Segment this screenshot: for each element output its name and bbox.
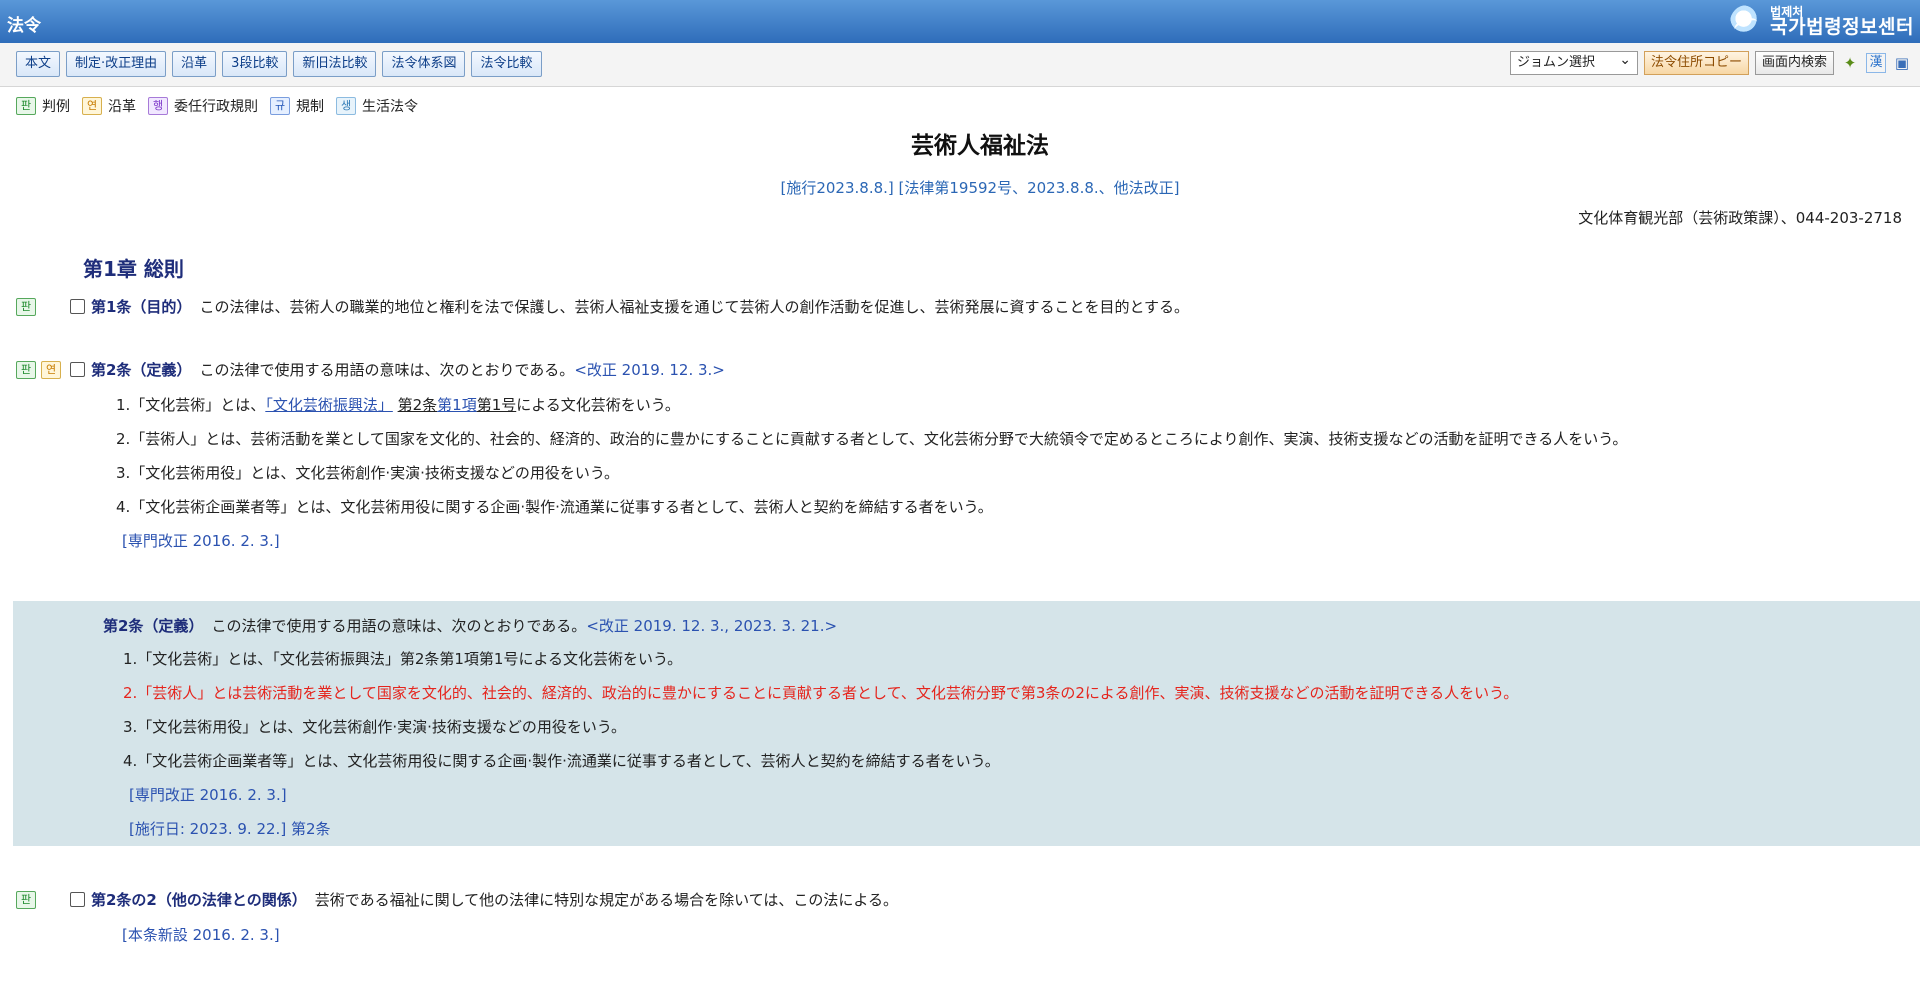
precedent-badge-icon: 판	[16, 97, 36, 115]
history-badge-icon: 연	[82, 97, 102, 115]
page-search-button[interactable]: 画面内検索	[1754, 51, 1834, 75]
logo[interactable]: 법제처 국가법령정보센터	[1730, 2, 1914, 42]
history-badge-icon[interactable]: 연	[41, 360, 61, 379]
hanja-icon[interactable]: 漢	[1866, 53, 1886, 73]
three-stage-compare-button[interactable]: 3段比較	[222, 51, 288, 77]
list-item: 2.「芸術人」とは、芸術活動を業として国家を文化的、社会的、経済的、政治的に豊か…	[116, 430, 1628, 448]
legend-label: 委任行政規則	[174, 99, 258, 115]
item-ref-link[interactable]: 第1号	[477, 396, 517, 414]
article-checkbox[interactable]	[70, 362, 85, 377]
list-item: 4.「文化芸術企画業者等」とは、文化芸術用役に関する企画·製作·流通業に従事する…	[123, 752, 1000, 770]
legend-admin-rule[interactable]: 행 委任行政規則	[148, 96, 258, 116]
law-compare-button[interactable]: 法令比較	[471, 51, 542, 77]
life-law-badge-icon: 생	[336, 97, 356, 115]
article-1: 판 第1条（目的） この法律は、芸術人の職業的地位と権利を法で保護し、芸術人福祉…	[0, 296, 1920, 317]
logo-icon	[1730, 5, 1765, 39]
save-icon[interactable]: ▣	[1892, 53, 1912, 73]
upcoming-article-2: 第2条（定義） この法律で使用する用語の意味は、次のとおりである。 <改正 20…	[13, 601, 1920, 846]
article-text: この法律で使用する用語の意味は、次のとおりである。	[211, 617, 587, 635]
article-heading: 第2条の2（他の法律との関係）	[91, 891, 307, 909]
title-bar: 法令 법제처 국가법령정보센터	[0, 0, 1920, 43]
legend: 판 判例 연 沿革 행 委任行政規則 규 規制 생 生活法令	[16, 96, 418, 116]
law-department: 文化体育観光部（芸術政策課）、044-203-2718	[1578, 209, 1902, 227]
article-heading: 第2条（定義）	[103, 617, 204, 635]
list-item: 3.「文化芸術用役」とは、文化芸術創作·実演·技術支援などの用役をいう。	[123, 718, 626, 736]
article-checkbox[interactable]	[70, 299, 85, 314]
law-title: 芸術人福祉法	[911, 133, 1049, 159]
item-text: 1.「文化芸術」とは、	[116, 396, 266, 414]
article-ref-link[interactable]: 第2条	[398, 396, 438, 414]
list-item: 1.「文化芸術」とは、「文化芸術振興法」 第2条第1項第1号による文化芸術をいう…	[116, 388, 1920, 422]
legend-life-law[interactable]: 생 生活法令	[336, 96, 418, 116]
legend-precedent[interactable]: 판 判例	[16, 96, 70, 116]
regulation-badge-icon: 규	[270, 97, 290, 115]
precedent-badge-icon[interactable]: 판	[16, 297, 36, 316]
legend-history[interactable]: 연 沿革	[82, 96, 136, 116]
legend-label: 規制	[296, 99, 324, 115]
precedent-badge-icon[interactable]: 판	[16, 360, 36, 379]
article-heading: 第2条（定義）	[91, 361, 192, 379]
article-text: この法律は、芸術人の職業的地位と権利を法で保護し、芸術人福祉支援を通じて芸術人の…	[199, 298, 1190, 316]
article-text: 芸術である福祉に関して他の法律に特別な規定がある場合を除いては、この法による。	[314, 891, 898, 909]
paragraph-ref-link[interactable]: 第1項	[437, 396, 477, 414]
revision-note[interactable]: [専門改正 2016. 2. 3.]	[129, 778, 1920, 812]
legend-label: 沿革	[108, 99, 136, 115]
article-2-2: 판 第2条の2（他の法律との関係） 芸術である福祉に関して他の法律に特別な規定が…	[0, 889, 1920, 952]
law-enforcement-info[interactable]: [施行2023.8.8.] [法律第19592号、2023.8.8.、他法改正]	[0, 177, 1920, 198]
effective-date-note[interactable]: [施行日: 2023. 9. 22.] 第2条	[129, 812, 1920, 846]
reason-button[interactable]: 制定·改正理由	[66, 51, 167, 77]
revision-note[interactable]: [専門改正 2016. 2. 3.]	[122, 524, 1920, 558]
article-text: この法律で使用する用語の意味は、次のとおりである。	[199, 361, 575, 379]
list-item: 3.「文化芸術用役」とは、文化芸術創作·実演·技術支援などの用役をいう。	[116, 464, 619, 482]
main-text-button[interactable]: 本文	[16, 51, 61, 77]
amendment-link[interactable]: <改正 2019. 12. 3.>	[574, 359, 725, 380]
logo-big-text: 국가법령정보센터	[1770, 16, 1914, 39]
star-icon[interactable]: ✦	[1840, 53, 1860, 73]
history-button[interactable]: 沿革	[172, 51, 217, 77]
admin-rule-badge-icon: 행	[148, 97, 168, 115]
app-title: 法令	[7, 16, 41, 36]
toolbar: 本文 制定·改正理由 沿革 3段比較 新旧法比較 法令体系図 法令比較 ジョムン…	[0, 43, 1920, 87]
precedent-badge-icon[interactable]: 판	[16, 890, 36, 909]
law-link[interactable]: 「文化芸術振興法」	[265, 396, 393, 414]
amendment-link[interactable]: <改正 2019. 12. 3., 2023. 3. 21.>	[586, 615, 837, 636]
revision-note[interactable]: [本条新設 2016. 2. 3.]	[122, 918, 1920, 952]
legend-regulation[interactable]: 규 規制	[270, 96, 324, 116]
law-hierarchy-button[interactable]: 法令体系図	[382, 51, 466, 77]
legend-label: 生活法令	[362, 99, 418, 115]
old-new-compare-button[interactable]: 新旧法比較	[293, 51, 377, 77]
chapter-heading: 第1章 総則	[83, 257, 184, 281]
list-item: 4.「文化芸術企画業者等」とは、文化芸術用役に関する企画·製作·流通業に従事する…	[116, 498, 993, 516]
article-heading: 第1条（目的）	[91, 298, 192, 316]
item-text: による文化芸術をいう。	[516, 396, 680, 414]
legend-label: 判例	[42, 99, 70, 115]
copy-law-address-button[interactable]: 法令住所コピー	[1643, 51, 1749, 75]
changed-list-item: 2.「芸術人」とは芸術活動を業として国家を文化的、社会的、経済的、政治的に豊かに…	[123, 684, 1519, 702]
list-item: 1.「文化芸術」とは、「文化芸術振興法」第2条第1項第1号による文化芸術をいう。	[123, 650, 683, 668]
article-select[interactable]: ジョムン選択	[1509, 49, 1638, 75]
article-2: 판 연 第2条（定義） この法律で使用する用語の意味は、次のとおりである。 <改…	[0, 359, 1920, 558]
article-checkbox[interactable]	[70, 892, 85, 907]
